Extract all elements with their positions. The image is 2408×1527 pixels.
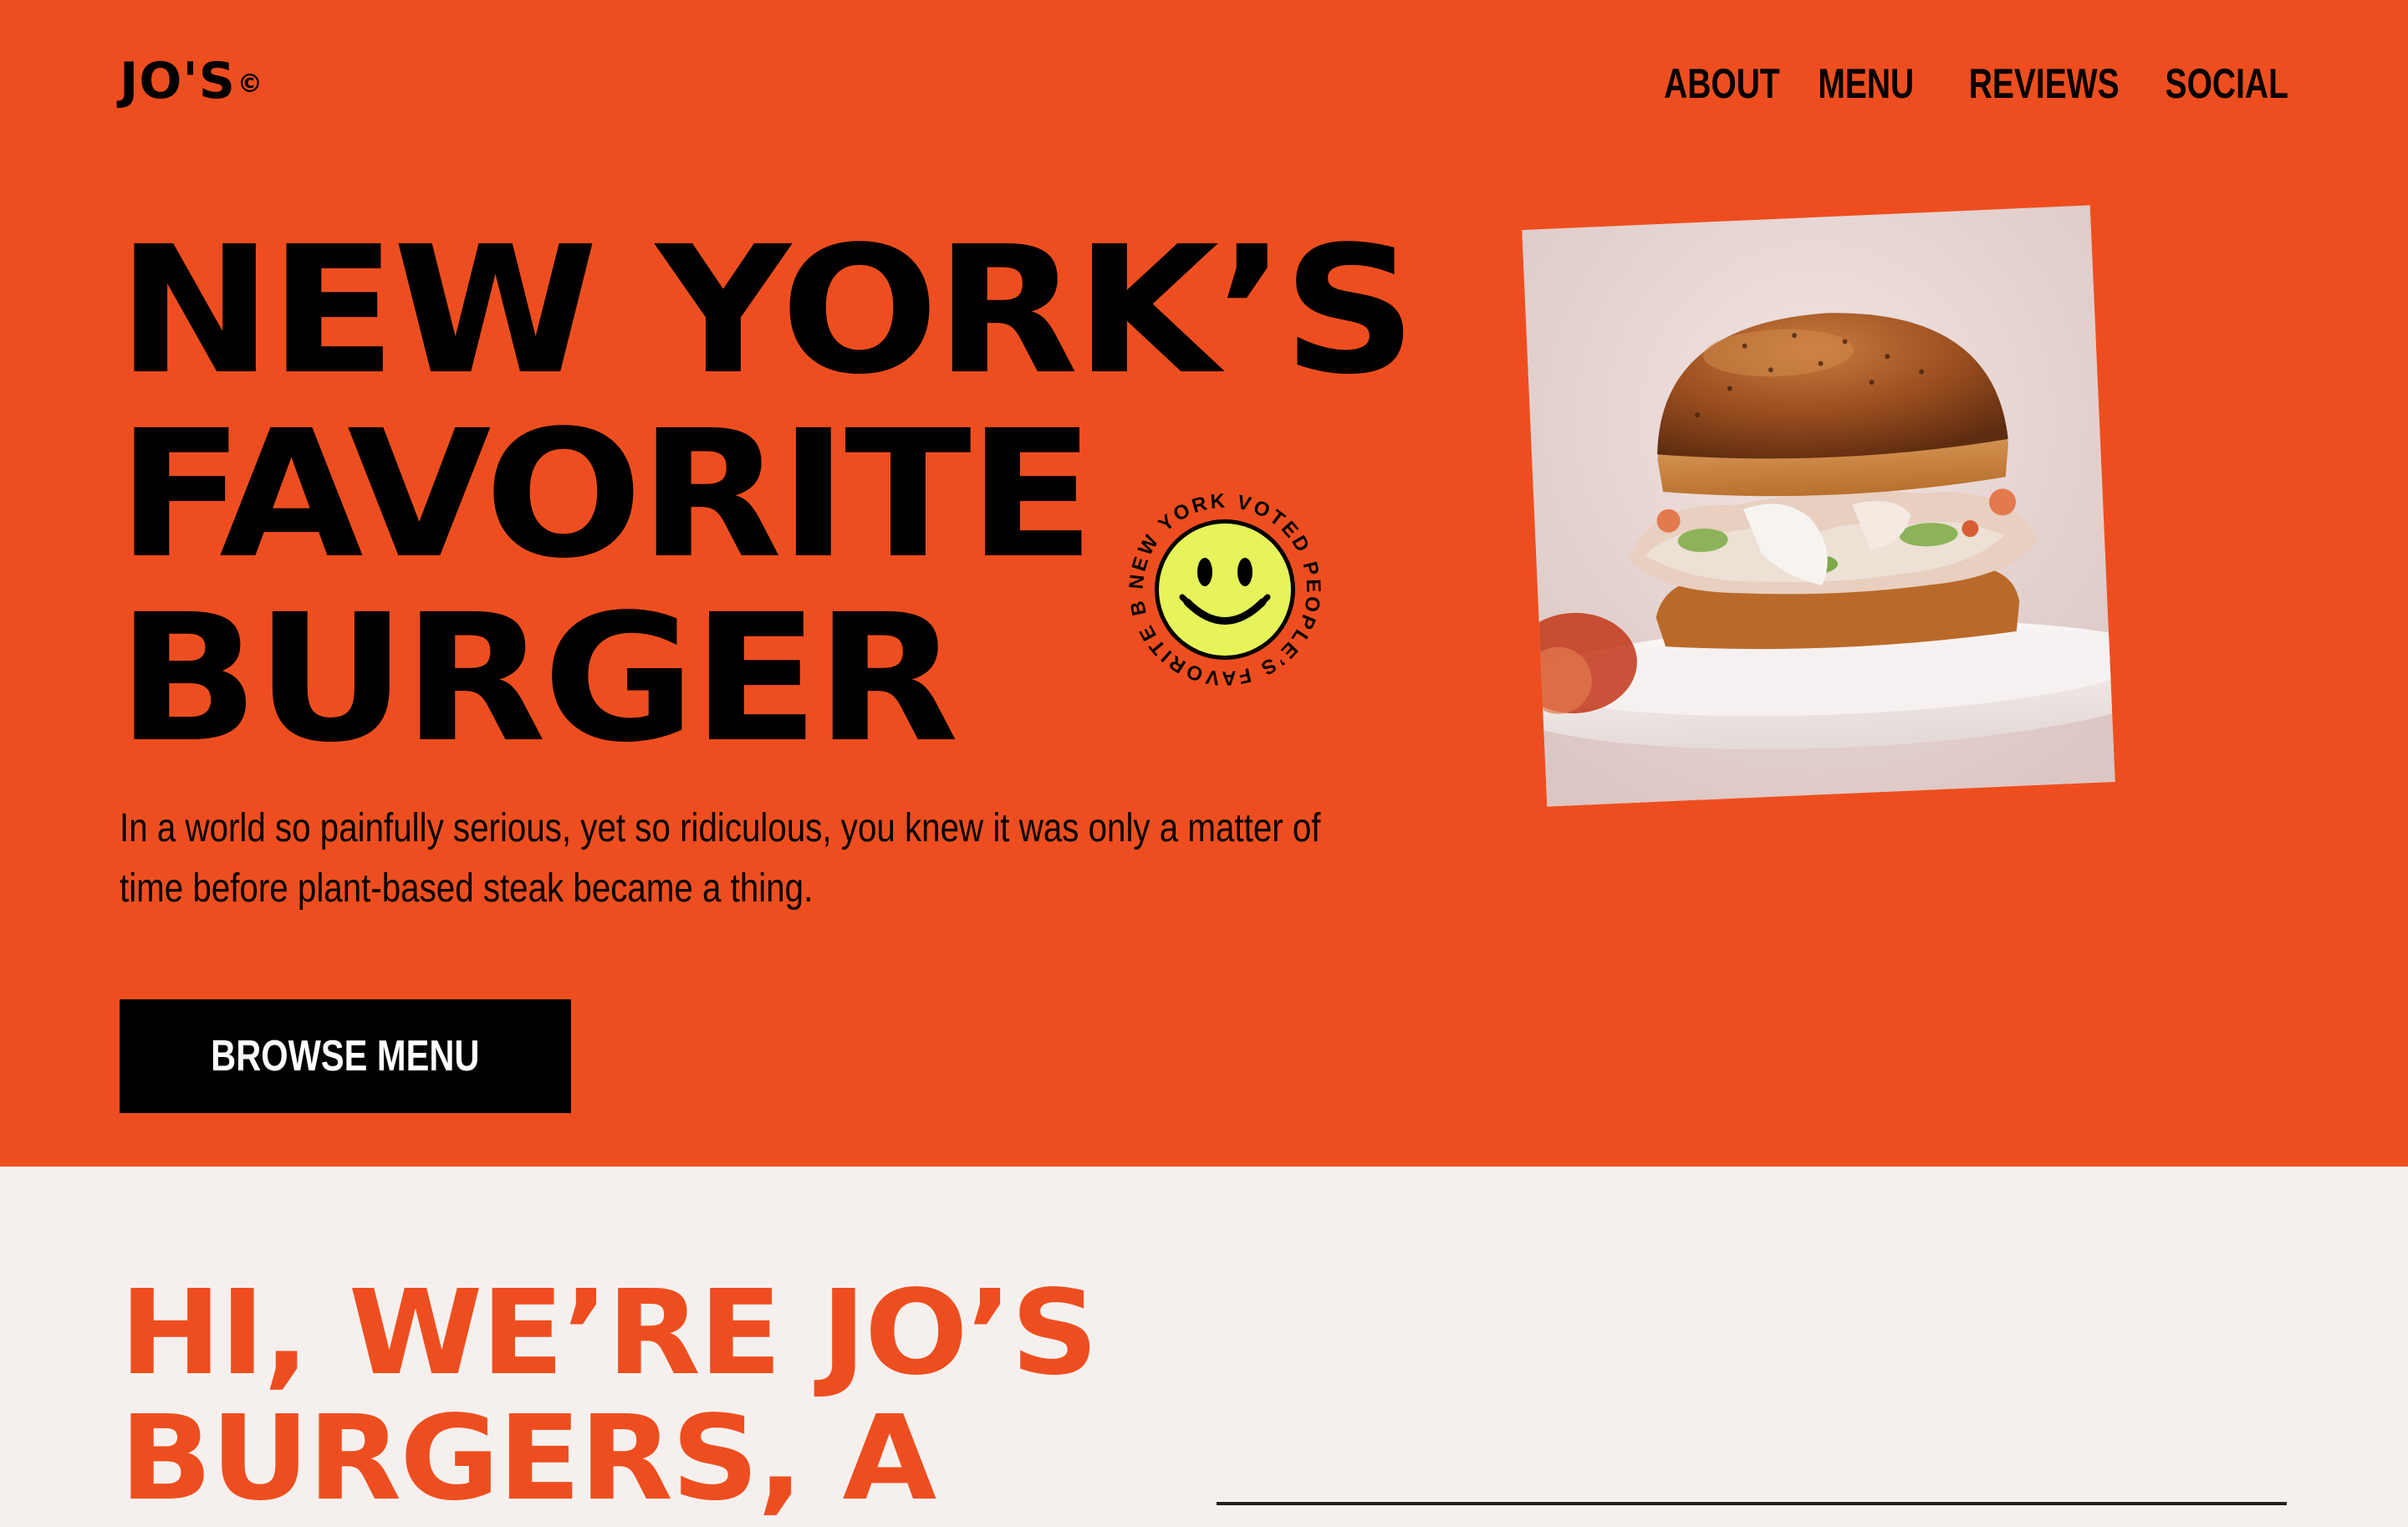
nav-item-menu[interactable]: MENU [1819,59,1915,109]
nav-item-about[interactable]: ABOUT [1664,59,1780,109]
brand-logo-text: JO'S [120,52,236,110]
nav-item-reviews[interactable]: REVIEWS [1968,59,2119,109]
voted-favorite-badge: NEW YORK VOTED PEOPLE’S FAVORITE BURGER … [1111,467,1329,694]
burger-illustration [1522,205,2115,807]
burger-photo [1522,205,2115,807]
about-title-line-1: HI, WE’RE JO’S [120,1265,1099,1402]
hero-headline-line-1: NEW YORK’S [117,208,1417,413]
browse-menu-button[interactable]: BROWSE MENU [120,999,571,1113]
smiley-face-icon [1155,519,1295,660]
section-divider [1217,1502,2287,1505]
hero-section: JO'S© ABOUT MENU REVIEWS SOCIAL NEW YORK… [0,0,2408,1167]
browse-menu-label: BROWSE MENU [211,1032,480,1080]
brand-logo[interactable]: JO'S© [120,52,263,110]
brand-logo-mark: © [237,69,263,99]
hero-intro-text: In a world so painfully serious, yet so … [120,806,1321,911]
main-nav: ABOUT MENU REVIEWS SOCIAL [1648,59,2288,109]
badge-graphic: NEW YORK VOTED PEOPLE’S FAVORITE BURGER … [1111,467,1322,689]
about-title: HI, WE’RE JO’S BURGERS, A [120,1265,1099,1527]
about-title-line-2: BURGERS, A [120,1391,936,1527]
nav-item-social[interactable]: SOCIAL [2166,59,2288,109]
